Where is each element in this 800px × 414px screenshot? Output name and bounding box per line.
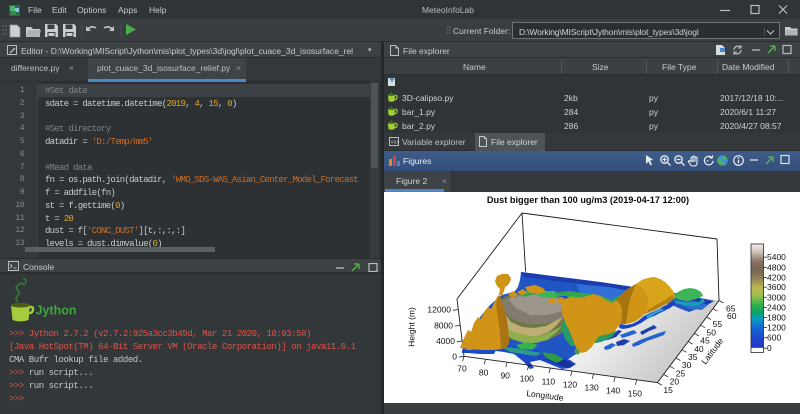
svg-text:90: 90	[500, 370, 510, 380]
svg-text:3600: 3600	[767, 282, 786, 292]
svg-text:Height (m): Height (m)	[407, 307, 417, 347]
svg-text:0: 0	[452, 352, 457, 362]
svg-text:1200: 1200	[767, 323, 786, 333]
svg-text:130: 130	[585, 382, 599, 392]
svg-text:65: 65	[726, 304, 736, 314]
svg-text:5400: 5400	[767, 252, 786, 262]
svg-text:600: 600	[767, 333, 781, 343]
svg-text:3000: 3000	[767, 292, 786, 302]
svg-text:4000: 4000	[436, 336, 455, 346]
svg-text:4200: 4200	[767, 272, 786, 282]
svg-text:100: 100	[520, 373, 534, 383]
svg-text:0: 0	[767, 343, 772, 353]
svg-text:80: 80	[479, 367, 489, 377]
svg-text:110: 110	[542, 376, 556, 386]
svg-text:55: 55	[713, 319, 723, 329]
svg-text:12000: 12000	[427, 305, 451, 315]
svg-text:8000: 8000	[434, 321, 453, 331]
svg-text:4800: 4800	[767, 262, 786, 272]
svg-text:var: var	[391, 140, 400, 146]
svg-text:Dust bigger than 100 ug/m3 (20: Dust bigger than 100 ug/m3 (2019-04-17 1…	[487, 195, 689, 205]
svg-text:Jython: Jython	[36, 304, 77, 318]
svg-text:150: 150	[628, 388, 642, 398]
svg-text:70: 70	[457, 364, 467, 374]
svg-text:2400: 2400	[767, 302, 786, 312]
svg-text:1800: 1800	[767, 313, 786, 323]
svg-text:120: 120	[563, 379, 577, 389]
svg-text:140: 140	[606, 385, 620, 395]
